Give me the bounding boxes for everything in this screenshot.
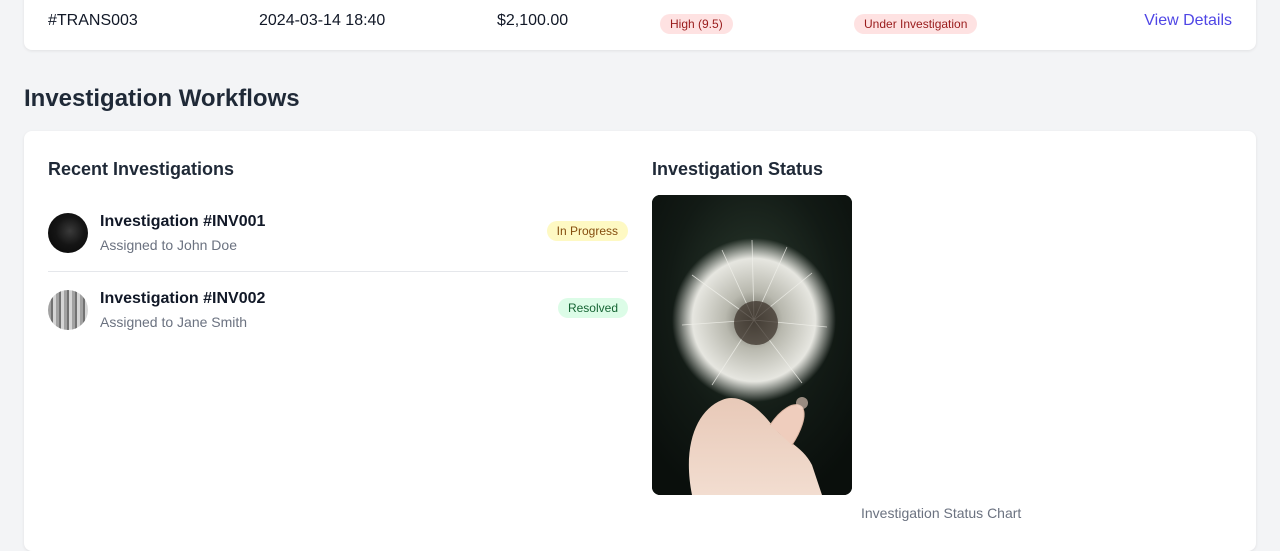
list-item[interactable]: Investigation #INV002 Assigned to Jane S…: [48, 290, 628, 348]
investigation-status-label: Resolved: [557, 298, 628, 318]
investigation-workflows-card: Recent Investigations Investigation #INV…: [24, 131, 1256, 551]
list-item[interactable]: Investigation #INV001 Assigned to John D…: [48, 213, 628, 272]
investigation-status-badge: In Progress: [546, 221, 628, 241]
investigation-status-badge: Resolved: [557, 298, 628, 318]
investigation-status-title: Investigation Status: [652, 159, 824, 179]
status-badge: Under Investigation: [854, 14, 978, 34]
avatar: [48, 290, 88, 330]
investigation-name: Investigation #INV002: [100, 290, 266, 307]
investigation-name: Investigation #INV001: [100, 213, 266, 230]
transaction-datetime: 2024-03-14 18:40: [259, 12, 386, 29]
dandelion-photo-icon: [652, 195, 852, 495]
risk-badge-label: High (9.5): [660, 14, 733, 34]
section-title: Investigation Workflows: [24, 85, 300, 112]
avatar: [48, 213, 88, 253]
risk-badge: High (9.5): [660, 14, 733, 34]
investigation-assignee: Assigned to Jane Smith: [100, 314, 248, 330]
view-details-link[interactable]: View Details: [1144, 12, 1232, 30]
transactions-table-card: #TRANS003 2024-03-14 18:40 $2,100.00 Hig…: [24, 0, 1256, 50]
investigation-assignee: Assigned to John Doe: [100, 237, 237, 253]
status-chart-caption: Investigation Status Chart: [861, 505, 1022, 521]
transaction-id: #TRANS003: [48, 12, 138, 29]
investigation-status-label: In Progress: [546, 221, 628, 241]
transaction-amount: $2,100.00: [497, 12, 569, 29]
investigation-status-image: [652, 195, 852, 495]
recent-investigations-title: Recent Investigations: [48, 159, 235, 179]
status-badge-label: Under Investigation: [854, 14, 978, 34]
table-row: #TRANS003 2024-03-14 18:40 $2,100.00 Hig…: [24, 0, 1256, 40]
